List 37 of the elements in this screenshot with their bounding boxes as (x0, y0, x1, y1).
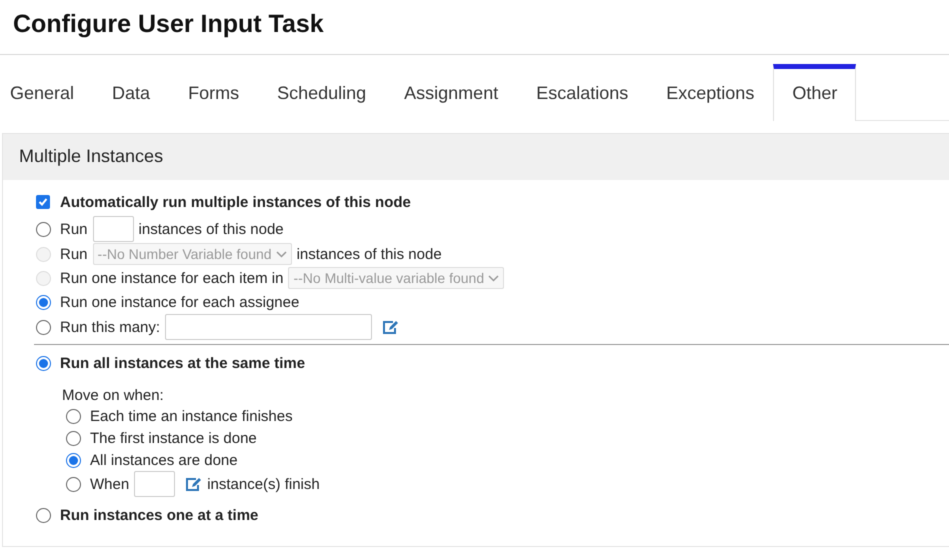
option-label: Run one instance for each assignee (60, 294, 300, 310)
radio-button[interactable] (66, 408, 81, 424)
tab[interactable]: Other (773, 64, 856, 121)
option-label: The first instance is done (90, 430, 257, 446)
edit-icon[interactable] (184, 476, 202, 492)
option-label: Run (60, 246, 88, 262)
radio-button[interactable] (66, 430, 81, 446)
input-field[interactable] (92, 216, 134, 242)
page-title: Configure User Input Task (12, 9, 325, 40)
checkbox-label: Automatically run multiple instances of this node (60, 194, 411, 210)
section-header: Multiple Instances (3, 134, 949, 180)
radio-button[interactable] (66, 452, 81, 468)
input-field[interactable] (134, 471, 176, 497)
option-label: When (90, 476, 130, 492)
radio-button[interactable] (36, 508, 51, 522)
radio-button[interactable] (36, 222, 51, 236)
radio-button[interactable] (36, 320, 51, 334)
option-label: Run this many: (60, 318, 160, 336)
tab[interactable]: Exceptions (647, 64, 774, 121)
checkbox[interactable] (36, 195, 50, 209)
option-label: instance(s) finish (207, 476, 320, 492)
chevron-down-icon (276, 250, 287, 258)
radio-button[interactable] (66, 476, 81, 492)
option-label: Run one instance for each item in (60, 270, 284, 286)
option-label: instances of this node (138, 220, 284, 238)
option-label: Run all instances at the same time (60, 354, 306, 372)
option-label: All instances are done (90, 452, 238, 468)
option-label: instances of this node (296, 246, 442, 262)
option-label: Run instances one at a time (60, 506, 258, 524)
edit-icon[interactable] (381, 319, 400, 335)
option-label: Run (60, 220, 88, 238)
input-field[interactable] (165, 314, 372, 340)
radio-button[interactable] (36, 356, 51, 370)
option-label: Each time an instance finishes (90, 408, 293, 424)
chevron-down-icon (488, 274, 500, 282)
radio-button[interactable] (36, 294, 51, 310)
group-label: Move on when: (62, 386, 164, 404)
